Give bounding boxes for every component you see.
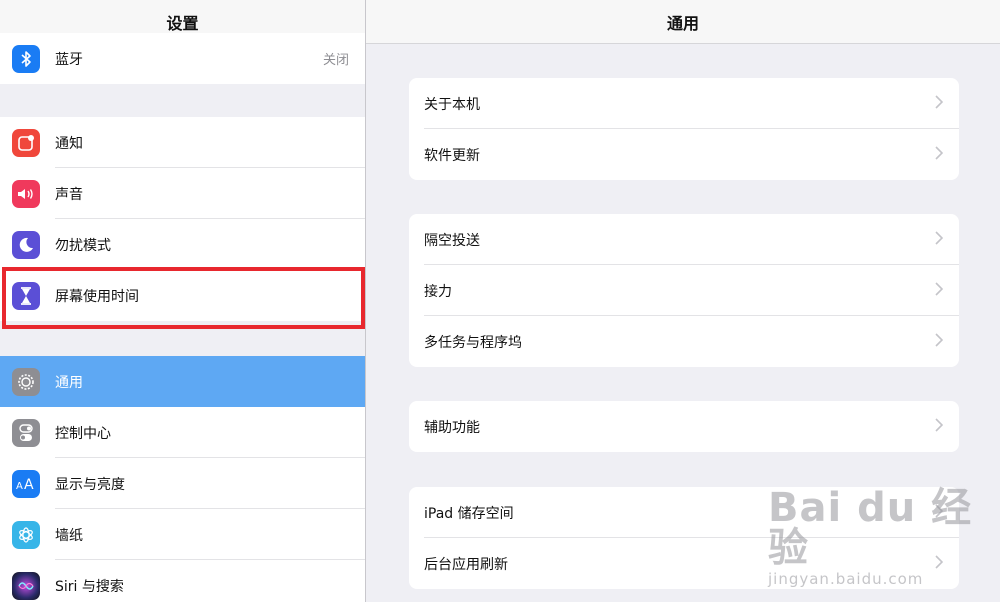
gear-icon [12, 367, 40, 396]
detail-group-continuity: 隔空投送 接力 多任务与程序坞 [409, 214, 959, 367]
sidebar-item-screen-time[interactable]: 屏幕使用时间 [0, 270, 365, 321]
bluetooth-icon [12, 44, 40, 73]
sidebar-group-connectivity: 蓝牙 关闭 [0, 33, 365, 84]
item-background-refresh[interactable]: 后台应用刷新 [409, 538, 959, 589]
item-label: 接力 [424, 283, 452, 300]
sidebar-item-label: 通知 [55, 135, 83, 152]
sidebar-item-wallpaper[interactable]: 墙纸 [0, 509, 365, 560]
sidebar-group-alerts: 通知 声音 勿扰模式 屏幕使用时间 [0, 117, 365, 321]
text-size-icon: AA [12, 469, 40, 498]
sidebar-item-siri[interactable]: Siri 与搜索 [0, 560, 365, 602]
sidebar-item-label: 屏幕使用时间 [55, 288, 139, 305]
speaker-icon [12, 179, 40, 208]
sidebar-group-system: 通用 控制中心 AA 显示与亮度 墙纸 Siri 与搜索 [0, 356, 365, 602]
detail-group-accessibility: 辅助功能 [409, 401, 959, 452]
svg-text:A: A [24, 477, 34, 492]
item-accessibility[interactable]: 辅助功能 [409, 401, 959, 452]
sidebar-item-label: 通用 [55, 374, 83, 391]
flower-icon [12, 520, 40, 549]
siri-icon [12, 571, 40, 600]
chevron-right-icon [935, 554, 944, 573]
item-label: iPad 储存空间 [424, 505, 514, 522]
general-detail-pane: 通用 关于本机 软件更新 隔空投送 接力 多任务与程序坞 辅助功能 iPad 储… [366, 0, 1000, 602]
sidebar-item-bluetooth[interactable]: 蓝牙 关闭 [0, 33, 365, 84]
item-multitasking-dock[interactable]: 多任务与程序坞 [409, 316, 959, 367]
sidebar-item-label: 墙纸 [55, 527, 83, 544]
sidebar-item-label: 控制中心 [55, 425, 111, 442]
sidebar-item-label: Siri 与搜索 [55, 578, 124, 595]
sidebar-item-label: 蓝牙 [55, 51, 83, 68]
sidebar-item-label: 声音 [55, 186, 83, 203]
item-handoff[interactable]: 接力 [409, 265, 959, 316]
item-software-update[interactable]: 软件更新 [409, 129, 959, 180]
chevron-right-icon [935, 230, 944, 249]
item-label: 关于本机 [424, 96, 480, 113]
item-about[interactable]: 关于本机 [409, 78, 959, 129]
item-label: 隔空投送 [424, 232, 480, 249]
sidebar-item-control-center[interactable]: 控制中心 [0, 407, 365, 458]
sidebar-item-dnd[interactable]: 勿扰模式 [0, 219, 365, 270]
chevron-right-icon [935, 94, 944, 113]
sidebar-item-label: 显示与亮度 [55, 476, 125, 493]
detail-group-about: 关于本机 软件更新 [409, 78, 959, 180]
chevron-right-icon [935, 503, 944, 522]
settings-sidebar: 设置 蓝牙 关闭 通知 声音 勿扰模式 屏幕使用时间 通用 控制中心 A A 显… [0, 0, 366, 602]
item-airdrop[interactable]: 隔空投送 [409, 214, 959, 265]
sidebar-item-label: 勿扰模式 [55, 237, 111, 254]
hourglass-icon [12, 281, 40, 310]
moon-icon [12, 230, 40, 259]
item-label: 软件更新 [424, 147, 480, 164]
item-label: 多任务与程序坞 [424, 334, 522, 351]
detail-title: 通用 [366, 0, 1000, 44]
svg-text:A: A [16, 481, 23, 492]
detail-group-storage: iPad 储存空间 后台应用刷新 [409, 487, 959, 589]
chevron-right-icon [935, 332, 944, 351]
toggle-icon [12, 418, 40, 447]
sidebar-item-sounds[interactable]: 声音 [0, 168, 365, 219]
bluetooth-status: 关闭 [322, 53, 349, 68]
chevron-right-icon [935, 417, 944, 436]
chevron-right-icon [935, 281, 944, 300]
sidebar-item-notifications[interactable]: 通知 [0, 117, 365, 168]
item-label: 后台应用刷新 [424, 556, 508, 573]
item-label: 辅助功能 [424, 419, 480, 436]
sidebar-item-general[interactable]: 通用 [0, 356, 365, 407]
chevron-right-icon [935, 145, 944, 164]
sidebar-item-display[interactable]: AA 显示与亮度 [0, 458, 365, 509]
notification-icon [12, 128, 40, 157]
item-ipad-storage[interactable]: iPad 储存空间 [409, 487, 959, 538]
